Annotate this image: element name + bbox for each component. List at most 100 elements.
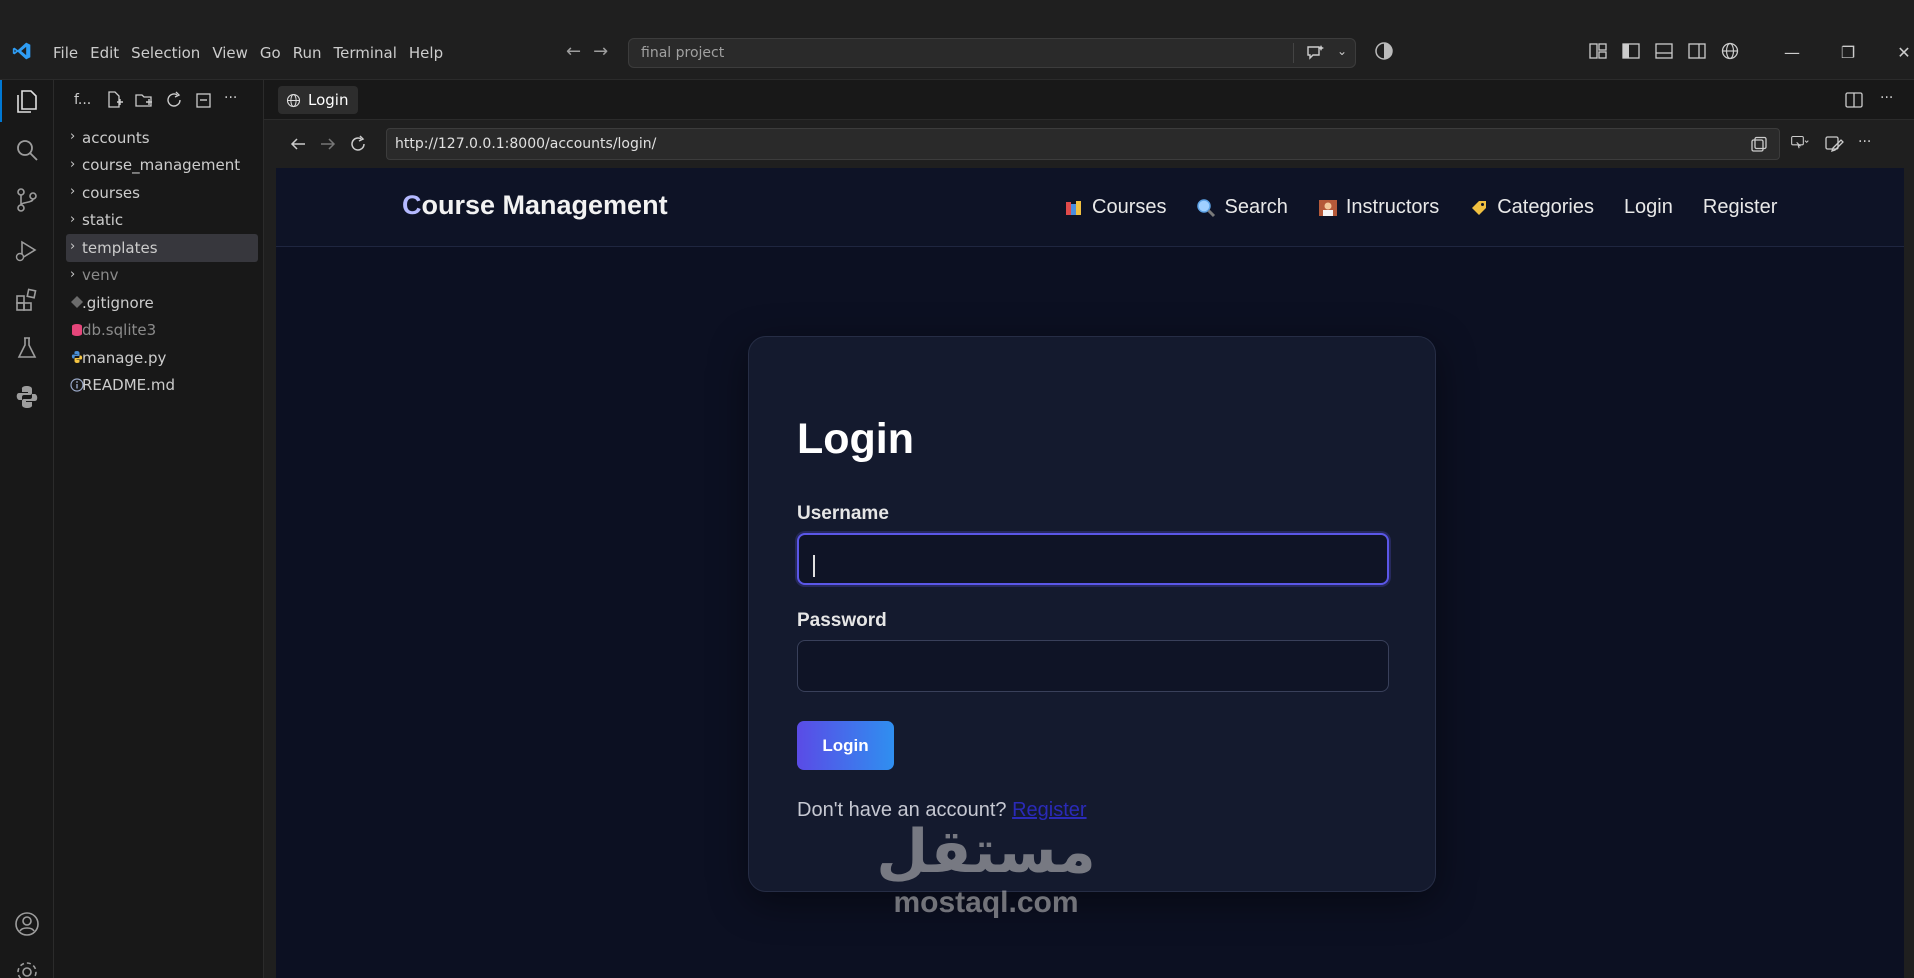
toggle-secondary-sidebar-icon[interactable] — [1687, 41, 1707, 61]
chevron-right-icon: › — [70, 156, 76, 172]
refresh-icon[interactable] — [164, 90, 184, 110]
accounts-icon[interactable] — [13, 910, 41, 938]
new-folder-icon[interactable] — [134, 90, 154, 110]
explorer-title[interactable]: f... — [74, 92, 91, 108]
customize-layout-icon[interactable] — [1588, 41, 1608, 61]
more-actions-icon[interactable]: ··· — [224, 90, 244, 110]
copilot-icon[interactable] — [1374, 41, 1394, 61]
menu-terminal[interactable]: Terminal — [333, 40, 408, 66]
password-input[interactable] — [797, 640, 1389, 692]
tree-folder-static[interactable]: › static — [54, 207, 264, 235]
login-title: Login — [797, 415, 915, 463]
search-icon[interactable] — [13, 136, 41, 164]
tree-file-manage-py[interactable]: manage.py — [54, 344, 264, 372]
browser-edit-icon[interactable] — [1824, 134, 1844, 154]
globe-icon[interactable] — [1720, 41, 1740, 61]
tree-file-readme-md[interactable]: README.md — [54, 372, 264, 400]
chevron-right-icon: › — [70, 239, 76, 254]
nav-login[interactable]: Login — [1624, 196, 1673, 219]
tree-folder-accounts[interactable]: › accounts — [54, 124, 264, 152]
menu-view[interactable]: View — [211, 40, 259, 66]
extensions-icon[interactable] — [13, 285, 41, 313]
editor-actions: ··· — [1844, 90, 1900, 110]
menu-help[interactable]: Help — [408, 40, 454, 66]
toggle-panel-icon[interactable] — [1654, 41, 1674, 61]
file-tree: › accounts › course_management › courses… — [54, 124, 264, 399]
tag-icon — [1472, 200, 1487, 215]
tree-file-gitignore[interactable]: .gitignore — [54, 289, 264, 317]
tab-login-label: Login — [308, 91, 349, 109]
browser-viewport: Course Management Courses Search Instruc… — [276, 168, 1904, 978]
tree-folder-course-management[interactable]: › course_management — [54, 152, 264, 180]
browser-toolbar: http://127.0.0.1:8000/accounts/login/ ··… — [264, 120, 1914, 168]
add-element-to-chat-icon[interactable] — [1790, 134, 1810, 154]
more-actions-icon[interactable]: ··· — [1880, 90, 1900, 110]
nav-register[interactable]: Register — [1703, 196, 1777, 219]
layout-controls — [1588, 41, 1740, 61]
chat-sparkle-icon[interactable] — [1305, 43, 1325, 63]
username-label: Username — [797, 503, 889, 524]
toggle-primary-sidebar-icon[interactable] — [1621, 41, 1641, 61]
mostaql-watermark: مستقل mostaql.com — [866, 822, 1106, 920]
menu-run[interactable]: Run — [292, 40, 333, 66]
nav-search[interactable]: Search — [1196, 196, 1288, 219]
python-icon[interactable] — [13, 383, 41, 411]
copy-url-icon[interactable] — [1749, 135, 1769, 155]
site-nav-links: Courses Search Instructors Categories Lo… — [1064, 196, 1807, 219]
password-label: Password — [797, 610, 887, 631]
menu-go[interactable]: Go — [259, 40, 292, 66]
watermark-latin: mostaql.com — [893, 886, 1079, 919]
minimize-icon[interactable]: — — [1764, 38, 1820, 66]
magnifier-icon — [1197, 198, 1216, 217]
watermark-arabic: مستقل — [876, 817, 1096, 887]
active-view-indicator — [0, 80, 2, 122]
menu-file[interactable]: File — [52, 40, 89, 66]
site-brand[interactable]: Course Management — [402, 190, 668, 221]
explorer-sidebar: f... ··· › accounts › course_management … — [54, 80, 264, 978]
title-bar: File Edit Selection View Go Run Terminal… — [0, 0, 1914, 80]
activity-bar — [0, 80, 54, 978]
run-debug-icon[interactable] — [13, 236, 41, 264]
split-editor-icon[interactable] — [1844, 90, 1864, 110]
url-bar[interactable]: http://127.0.0.1:8000/accounts/login/ — [386, 128, 1780, 160]
new-file-icon[interactable] — [104, 90, 124, 110]
url-text: http://127.0.0.1:8000/accounts/login/ — [395, 136, 657, 152]
back-arrow-icon[interactable]: ← — [566, 41, 581, 62]
close-icon[interactable]: ✕ — [1876, 38, 1914, 66]
nav-instructors[interactable]: Instructors — [1318, 196, 1439, 219]
history-nav: ← → — [566, 41, 608, 62]
nav-courses[interactable]: Courses — [1064, 196, 1166, 219]
editor-area: Login ··· http://127.0.0.1:8000/accounts… — [264, 80, 1914, 978]
manage-gear-icon[interactable] — [13, 958, 41, 978]
tab-login[interactable]: Login — [278, 86, 359, 114]
database-icon — [72, 323, 82, 336]
browser-forward-icon[interactable] — [318, 134, 338, 154]
source-control-icon[interactable] — [13, 186, 41, 214]
restore-icon[interactable]: ❐ — [1820, 38, 1876, 66]
username-input[interactable] — [797, 533, 1389, 585]
tree-folder-templates[interactable]: › templates — [66, 234, 258, 262]
tree-folder-venv[interactable]: › venv — [54, 262, 264, 290]
login-button[interactable]: Login — [797, 721, 894, 770]
chevron-right-icon: › — [70, 184, 76, 199]
window-controls: — ❐ ✕ — [1764, 38, 1914, 66]
command-center[interactable]: final project ⌄ — [628, 38, 1356, 68]
nav-categories[interactable]: Categories — [1469, 196, 1594, 219]
menu-selection[interactable]: Selection — [130, 40, 211, 66]
vscode-logo-icon[interactable] — [12, 41, 32, 61]
collapse-all-icon[interactable] — [194, 90, 214, 110]
menu-edit[interactable]: Edit — [89, 40, 130, 66]
explorer-header: f... ··· — [54, 80, 264, 120]
chevron-right-icon: › — [70, 129, 76, 144]
tree-folder-courses[interactable]: › courses — [54, 179, 264, 207]
tree-file-db-sqlite3[interactable]: db.sqlite3 — [54, 317, 264, 345]
text-caret — [813, 555, 815, 577]
browser-back-icon[interactable] — [288, 134, 308, 154]
testing-flask-icon[interactable] — [13, 334, 41, 362]
forward-arrow-icon[interactable]: → — [593, 41, 608, 62]
tab-bar: Login ··· — [264, 80, 1914, 120]
more-actions-icon[interactable]: ··· — [1858, 134, 1878, 154]
explorer-icon[interactable] — [13, 87, 41, 115]
chevron-down-icon[interactable]: ⌄ — [1337, 44, 1347, 58]
browser-reload-icon[interactable] — [348, 134, 368, 154]
